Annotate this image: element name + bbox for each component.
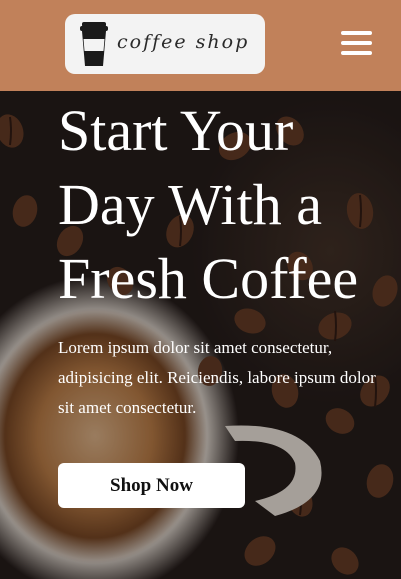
logo-text: coffee shop <box>117 31 250 53</box>
hamburger-menu-icon[interactable] <box>341 29 372 57</box>
coffee-cup-icon <box>80 22 108 66</box>
site-header: coffee shop <box>0 0 401 91</box>
logo[interactable]: coffee shop <box>65 14 265 74</box>
shop-now-button[interactable]: Shop Now <box>58 463 245 508</box>
menu-bar <box>341 51 372 55</box>
hero-title: Start Your Day With a Fresh Coffee <box>58 98 359 311</box>
menu-bar <box>341 41 372 45</box>
hero-description: Lorem ipsum dolor sit amet consectetur, … <box>58 338 376 417</box>
menu-bar <box>341 31 372 35</box>
